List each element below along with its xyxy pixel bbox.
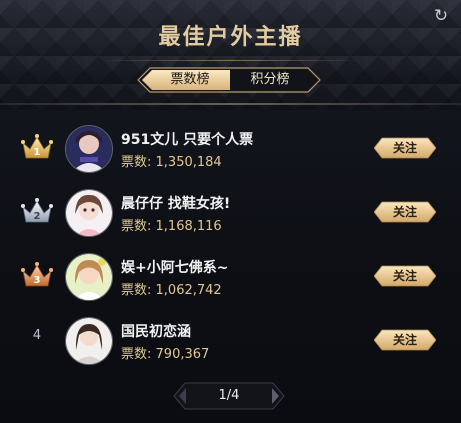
gold-crown-icon: 1 — [20, 132, 54, 162]
rank-number: 2 — [34, 211, 41, 222]
avatar[interactable] — [65, 253, 113, 301]
vote-label: 票数: — [121, 155, 152, 170]
follow-label: 关注 — [392, 269, 417, 283]
next-page-button[interactable] — [259, 381, 285, 411]
follow-label: 关注 — [392, 141, 417, 155]
page-indicator: 1/4 — [218, 388, 240, 403]
follow-button[interactable]: 关注 — [374, 265, 436, 287]
vote-label: 票数: — [121, 283, 152, 298]
rank-number: 1 — [34, 147, 41, 158]
vote-label: 票数: — [121, 347, 152, 362]
rank-number: 3 — [34, 275, 41, 286]
avatar[interactable] — [65, 125, 113, 173]
vote-value: 790,367 — [155, 347, 210, 362]
vote-value: 1,062,742 — [155, 283, 222, 298]
pagination: 1/4 — [173, 381, 285, 411]
avatar[interactable] — [65, 317, 113, 365]
bronze-crown-icon: 3 — [20, 260, 54, 290]
follow-label: 关注 — [392, 333, 417, 347]
follow-button[interactable]: 关注 — [374, 137, 436, 159]
follow-label: 关注 — [392, 205, 417, 219]
vote-count: 票数: 1,350,184 — [121, 151, 222, 170]
streamer-name[interactable]: 951文儿 只要个人票 — [121, 129, 253, 149]
follow-button[interactable]: 关注 — [374, 329, 436, 351]
prev-page-button[interactable] — [173, 381, 199, 411]
title-divider — [100, 60, 361, 61]
vote-count: 票数: 1,168,116 — [121, 215, 222, 234]
streamer-name[interactable]: 娱+小阿七佛系~ — [121, 257, 228, 277]
vote-count: 票数: 1,062,742 — [121, 279, 222, 298]
vote-count: 票数: 790,367 — [121, 343, 209, 362]
avatar[interactable] — [65, 189, 113, 237]
leaderboard-panel: ↻ 最佳户外主播 票数榜 积分榜 1 951文儿 只要个人票 票数: 1,350… — [0, 0, 461, 423]
page-title: 最佳户外主播 — [158, 25, 303, 50]
tab-bar: 票数榜 积分榜 — [136, 67, 322, 93]
vote-value: 1,168,116 — [155, 219, 222, 234]
list-item: 3 娱+小阿七佛系~ 票数: 1,062,742 关注 — [0, 240, 461, 310]
list-item: 4 国民初恋涵 票数: 790,367 关注 — [0, 304, 461, 374]
list-item: 1 951文儿 只要个人票 票数: 1,350,184 关注 — [0, 112, 461, 182]
tab-points[interactable]: 积分榜 — [230, 67, 310, 93]
silver-crown-icon: 2 — [20, 196, 54, 226]
list-item: 2 晨仔仔 找鞋女孩! 票数: 1,168,116 关注 — [0, 176, 461, 246]
follow-button[interactable]: 关注 — [374, 201, 436, 223]
rank-number: 4 — [32, 328, 42, 343]
streamer-name[interactable]: 晨仔仔 找鞋女孩! — [121, 193, 230, 213]
header-pattern — [0, 0, 461, 110]
tab-votes[interactable]: 票数榜 — [150, 67, 230, 93]
vote-value: 1,350,184 — [155, 155, 222, 170]
streamer-name[interactable]: 国民初恋涵 — [121, 321, 191, 341]
list-divider — [0, 103, 461, 105]
vote-label: 票数: — [121, 219, 152, 234]
